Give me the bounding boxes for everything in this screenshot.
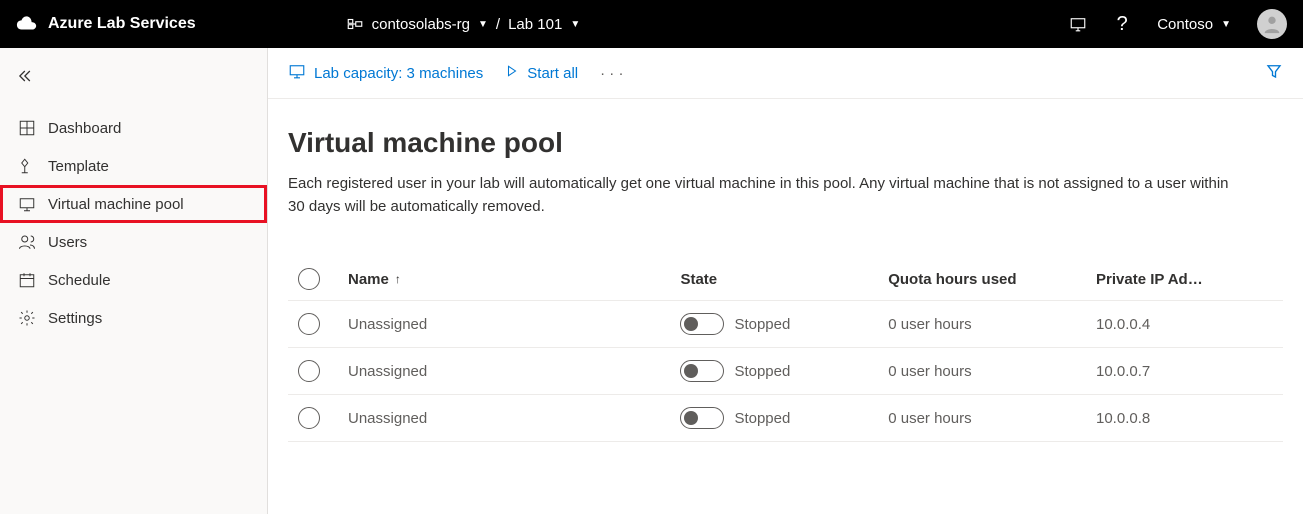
azure-logo-icon [16, 13, 38, 35]
sidebar-item-label: Dashboard [48, 120, 121, 137]
breadcrumb: contosolabs-rg ▼ / Lab 101 ▼ [346, 15, 581, 33]
cell-name: Unassigned [348, 316, 680, 333]
sidebar-item-vm-pool[interactable]: Virtual machine pool [0, 185, 267, 223]
state-toggle[interactable] [680, 407, 724, 429]
cell-ip: 10.0.0.7 [1096, 363, 1283, 380]
start-all-button[interactable]: Start all [505, 64, 578, 82]
breadcrumb-rg-label: contosolabs-rg [372, 16, 470, 33]
cell-quota: 0 user hours [888, 363, 1096, 380]
breadcrumb-lab-label: Lab 101 [508, 16, 562, 33]
chevron-down-icon: ▼ [478, 19, 488, 30]
calendar-icon [18, 271, 36, 289]
template-icon [18, 157, 36, 175]
select-row-radio[interactable] [298, 407, 320, 429]
table-row: Unassigned Stopped 0 user hours 10.0.0.8 [288, 395, 1283, 442]
column-header-ip[interactable]: Private IP Ad… [1096, 271, 1283, 288]
state-toggle[interactable] [680, 313, 724, 335]
sidebar: Dashboard Template Virtual machine pool … [0, 48, 268, 514]
sidebar-item-users[interactable]: Users [0, 223, 267, 261]
column-header-state[interactable]: State [680, 271, 888, 288]
more-actions-button[interactable]: · · · [600, 65, 623, 82]
column-header-name[interactable]: Name ↑ [348, 271, 680, 288]
help-icon[interactable]: ? [1113, 15, 1131, 33]
app-header: Azure Lab Services contosolabs-rg ▼ / La… [0, 0, 1303, 48]
resource-group-icon [346, 15, 364, 33]
select-row-radio[interactable] [298, 360, 320, 382]
state-toggle[interactable] [680, 360, 724, 382]
sidebar-item-label: Virtual machine pool [48, 196, 184, 213]
play-icon [505, 64, 519, 82]
user-dropdown[interactable]: Contoso ▼ [1157, 16, 1231, 33]
product-name: Azure Lab Services [48, 15, 196, 33]
breadcrumb-lab[interactable]: Lab 101 ▼ [508, 16, 580, 33]
cell-name: Unassigned [348, 363, 680, 380]
select-all-radio[interactable] [298, 268, 320, 290]
dashboard-icon [18, 119, 36, 137]
cell-quota: 0 user hours [888, 316, 1096, 333]
main-content: Lab capacity: 3 machines Start all · · ·… [268, 48, 1303, 514]
table-row: Unassigned Stopped 0 user hours 10.0.0.7 [288, 348, 1283, 395]
monitor-icon [18, 195, 36, 213]
sidebar-item-dashboard[interactable]: Dashboard [0, 109, 267, 147]
cell-ip: 10.0.0.8 [1096, 410, 1283, 427]
header-right: ? Contoso ▼ [1069, 9, 1287, 39]
users-icon [18, 233, 36, 251]
vm-table: Name ↑ State Quota hours used Private IP… [288, 258, 1283, 442]
chevron-down-icon: ▼ [570, 19, 580, 30]
cell-name: Unassigned [348, 410, 680, 427]
filter-button[interactable] [1265, 62, 1283, 84]
sidebar-item-label: Schedule [48, 272, 111, 289]
sidebar-item-label: Template [48, 158, 109, 175]
cell-state: Stopped [734, 316, 790, 333]
breadcrumb-separator: / [496, 16, 500, 33]
gear-icon [18, 309, 36, 327]
product-logo-area: Azure Lab Services [16, 13, 196, 35]
start-all-label: Start all [527, 65, 578, 82]
chevron-down-icon: ▼ [1221, 19, 1231, 30]
lab-capacity-label: Lab capacity: 3 machines [314, 65, 483, 82]
lab-capacity-button[interactable]: Lab capacity: 3 machines [288, 62, 483, 84]
filter-icon [1265, 62, 1283, 84]
cell-quota: 0 user hours [888, 410, 1096, 427]
sidebar-item-schedule[interactable]: Schedule [0, 261, 267, 299]
page-description: Each registered user in your lab will au… [288, 173, 1248, 218]
cell-state: Stopped [734, 363, 790, 380]
table-row: Unassigned Stopped 0 user hours 10.0.0.4 [288, 301, 1283, 348]
more-icon: · · · [600, 65, 623, 82]
sidebar-item-label: Settings [48, 310, 102, 327]
avatar[interactable] [1257, 9, 1287, 39]
toolbar: Lab capacity: 3 machines Start all · · · [268, 48, 1303, 99]
user-name: Contoso [1157, 16, 1213, 33]
cell-state: Stopped [734, 410, 790, 427]
collapse-sidebar-button[interactable] [0, 62, 267, 109]
page-title: Virtual machine pool [288, 127, 1283, 159]
monitor-icon[interactable] [1069, 15, 1087, 33]
sidebar-item-settings[interactable]: Settings [0, 299, 267, 337]
sidebar-item-template[interactable]: Template [0, 147, 267, 185]
sidebar-item-label: Users [48, 234, 87, 251]
table-header-row: Name ↑ State Quota hours used Private IP… [288, 258, 1283, 301]
select-row-radio[interactable] [298, 313, 320, 335]
monitor-icon [288, 62, 306, 84]
cell-ip: 10.0.0.4 [1096, 316, 1283, 333]
sort-asc-icon: ↑ [395, 272, 401, 286]
column-header-quota[interactable]: Quota hours used [888, 271, 1096, 288]
breadcrumb-resource-group[interactable]: contosolabs-rg ▼ [372, 16, 488, 33]
